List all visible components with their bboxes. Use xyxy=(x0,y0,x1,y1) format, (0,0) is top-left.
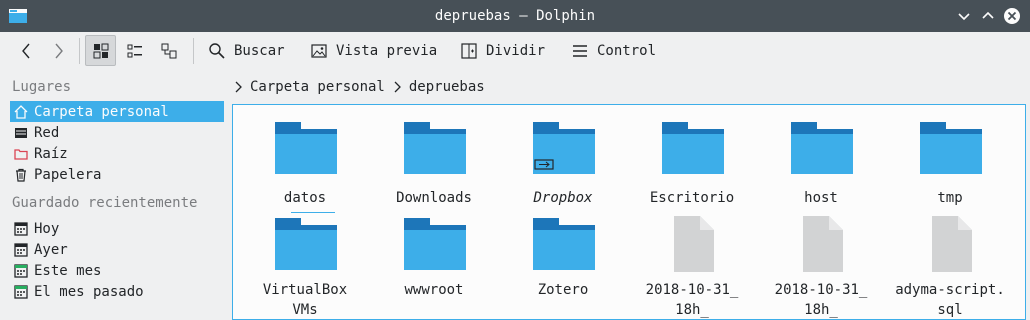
icons-view-button[interactable] xyxy=(85,35,116,66)
file-name-line: 18h_ xyxy=(804,302,838,318)
file-name: Zotero xyxy=(537,282,589,298)
window-titlebar: depruebas — Dolphin xyxy=(0,0,1030,32)
file-name-line: 2018-10-31_ xyxy=(774,282,868,298)
arrow-right-icon xyxy=(54,43,63,58)
split-button[interactable]: Dividir xyxy=(460,35,545,66)
folder-icon xyxy=(662,122,724,174)
calendar-icon xyxy=(14,221,28,236)
recent-label: El mes pasado xyxy=(34,283,144,300)
folder-link-icon xyxy=(533,122,595,174)
calendar-icon xyxy=(14,263,28,278)
focus-underline xyxy=(291,212,335,213)
recent-this-month[interactable]: Este mes xyxy=(10,260,224,281)
preview-button[interactable]: Vista previa xyxy=(310,35,437,66)
calendar-icon xyxy=(14,284,28,299)
trash-icon xyxy=(16,168,26,182)
search-button[interactable]: Buscar xyxy=(208,35,285,66)
back-button[interactable] xyxy=(10,35,41,66)
file-name: 2018-10-31_ 18h_ xyxy=(757,280,885,320)
file-name: Escritorio xyxy=(649,190,735,206)
close-button[interactable] xyxy=(1003,7,1021,25)
file-name: VirtualBox VMs xyxy=(241,280,369,320)
recent-label: Ayer xyxy=(34,241,68,258)
place-label: Red xyxy=(34,124,60,141)
file-name: datos xyxy=(283,190,327,206)
search-label: Buscar xyxy=(234,42,285,59)
search-icon xyxy=(209,42,225,59)
maximize-button[interactable] xyxy=(979,7,997,25)
compact-view-icon xyxy=(127,44,142,57)
place-network[interactable]: Red xyxy=(10,122,224,143)
place-label: Carpeta personal xyxy=(34,103,169,120)
toolbar-separator xyxy=(79,38,80,64)
file-name: Dropbox xyxy=(533,190,593,206)
window-title: depruebas — Dolphin xyxy=(434,8,596,24)
details-view-button[interactable] xyxy=(153,35,184,66)
split-label: Dividir xyxy=(486,42,546,59)
file-name: Downloads xyxy=(396,190,472,206)
file-view[interactable]: datos Downloads Dropbox Escritorio host … xyxy=(232,104,1026,320)
recent-last-month[interactable]: El mes pasado xyxy=(10,281,224,302)
file-name: host xyxy=(804,190,838,206)
file-name: wwwroot xyxy=(404,282,464,298)
recent-label: Hoy xyxy=(34,220,60,237)
place-label: Raíz xyxy=(34,145,68,162)
file-name-line: VirtualBox xyxy=(262,282,348,298)
image-preview-icon xyxy=(311,43,327,58)
place-label: Papelera xyxy=(34,166,102,183)
breadcrumb: Carpeta personal depruebas xyxy=(232,76,485,98)
breadcrumb-current[interactable]: depruebas xyxy=(409,79,485,95)
split-view-icon xyxy=(461,42,477,59)
file-name: tmp xyxy=(937,190,963,206)
file-name-line: 18h_ xyxy=(675,302,709,318)
folder-icon xyxy=(404,122,466,174)
home-icon xyxy=(14,104,28,119)
arrow-left-icon xyxy=(21,43,30,58)
breadcrumb-home[interactable]: Carpeta personal xyxy=(250,79,385,95)
root-folder-icon xyxy=(14,148,28,160)
document-file-icon xyxy=(803,216,843,272)
details-view-icon xyxy=(161,43,176,58)
file-name: adyma-script. sql xyxy=(886,280,1014,320)
hamburger-menu-icon xyxy=(573,44,587,57)
file-name: 2018-10-31_ 18h_ xyxy=(628,280,756,320)
file-name-line: adyma-script. xyxy=(895,282,1005,298)
document-file-icon xyxy=(674,216,714,272)
places-section-title: Lugares xyxy=(12,79,72,95)
file-name-line: 2018-10-31_ xyxy=(645,282,739,298)
toolbar-separator xyxy=(193,38,194,64)
minimize-button[interactable] xyxy=(955,7,973,25)
place-home[interactable]: Carpeta personal xyxy=(10,101,224,122)
place-trash[interactable]: Papelera xyxy=(10,164,224,185)
network-icon xyxy=(15,127,27,138)
place-root[interactable]: Raíz xyxy=(10,143,224,164)
recent-label: Este mes xyxy=(34,262,102,279)
recent-section-title: Guardado recientemente xyxy=(12,195,198,211)
control-menu-button[interactable]: Control xyxy=(571,35,656,66)
calendar-icon xyxy=(14,242,28,257)
control-label: Control xyxy=(597,42,657,59)
recent-today[interactable]: Hoy xyxy=(10,218,224,239)
file-name-line: sql xyxy=(937,302,963,318)
icons-view-icon xyxy=(93,43,108,58)
folder-icon xyxy=(275,122,337,174)
forward-button[interactable] xyxy=(43,35,74,66)
folder-icon xyxy=(920,122,982,174)
compact-view-button[interactable] xyxy=(119,35,150,66)
folder-icon xyxy=(275,218,337,270)
places-panel: Lugares Carpeta personal Red Raíz Papele… xyxy=(0,72,228,314)
file-name-line: VMs xyxy=(292,302,318,318)
recent-yesterday[interactable]: Ayer xyxy=(10,239,224,260)
document-file-icon xyxy=(932,216,972,272)
main-toolbar: Buscar Vista previa Dividir Control xyxy=(0,32,1030,70)
preview-label: Vista previa xyxy=(336,42,438,59)
chevron-right-icon xyxy=(235,81,242,93)
folder-icon xyxy=(533,218,595,270)
chevron-right-icon xyxy=(394,81,401,93)
folder-icon xyxy=(404,218,466,270)
folder-icon xyxy=(791,122,853,174)
